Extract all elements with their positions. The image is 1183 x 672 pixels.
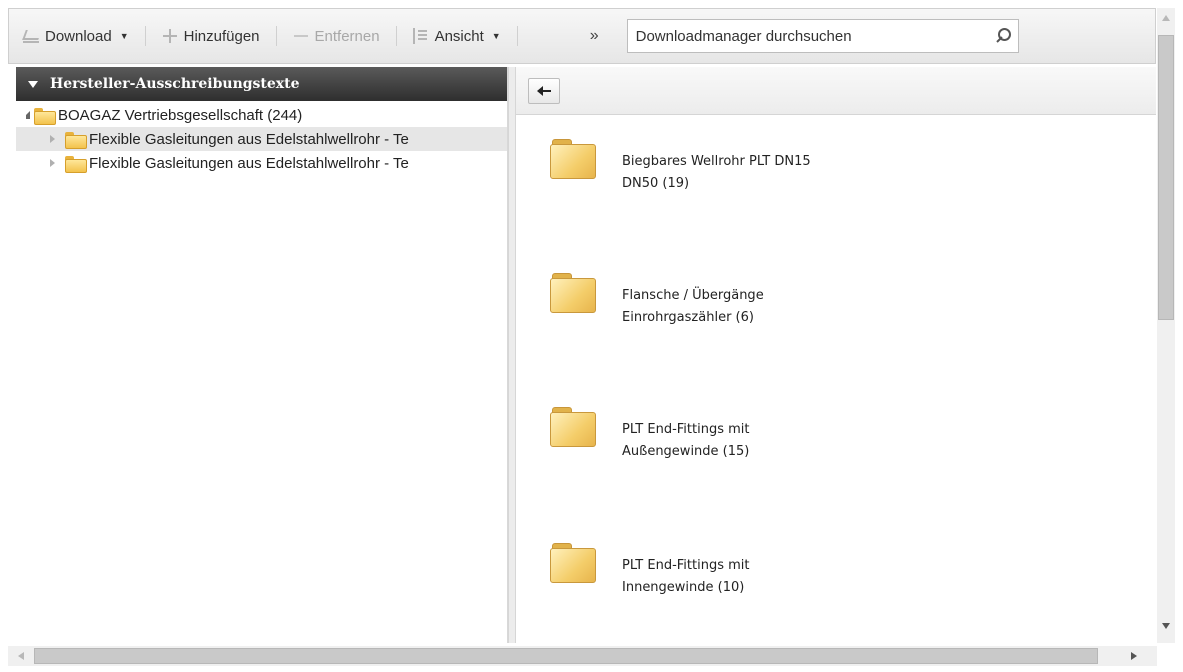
folder-label-line: Innengewinde (10): [622, 580, 745, 595]
folder-icon: [550, 407, 596, 447]
folder-item[interactable]: Biegbares Wellrohr PLT DN15 DN50 (19): [550, 139, 811, 195]
folder-label-line: PLT End-Fittings mit: [622, 422, 750, 437]
download-button[interactable]: Download ▼: [17, 20, 135, 52]
tree-panel-header[interactable]: Hersteller-Ausschreibungstexte: [16, 67, 507, 101]
search-icon[interactable]: [994, 27, 1012, 45]
toolbar-separator: [516, 26, 518, 46]
folder-label: Flansche / Übergänge Einrohrgaszähler (6…: [622, 273, 764, 329]
horizontal-scroll-thumb[interactable]: [34, 648, 1098, 664]
tree-node-child[interactable]: Flexible Gasleitungen aus Edelstahlwellr…: [16, 127, 507, 151]
tree-panel-title: Hersteller-Ausschreibungstexte: [50, 76, 300, 92]
download-label: Download: [45, 27, 112, 45]
tree-panel: Hersteller-Ausschreibungstexte BOAGAZ Ve…: [16, 67, 508, 643]
folder-icon: [550, 273, 596, 313]
folder-item[interactable]: PLT End-Fittings mit Innengewinde (10): [550, 543, 749, 599]
folder-icon: [65, 155, 87, 173]
caret-down-icon: ▼: [119, 31, 129, 41]
folder-icon: [550, 139, 596, 179]
list-view-icon: [412, 28, 429, 44]
folder-label: Biegbares Wellrohr PLT DN15 DN50 (19): [622, 139, 811, 195]
remove-button[interactable]: Entfernen: [287, 20, 386, 52]
back-button[interactable]: [528, 77, 560, 104]
collapse-arrow-icon[interactable]: [28, 80, 38, 88]
folder-label-line: DN50 (19): [622, 176, 690, 191]
caret-down-icon: ▼: [491, 31, 501, 41]
toolbar-separator: [395, 26, 397, 46]
content-nav-bar: [516, 67, 1156, 115]
scroll-left-icon[interactable]: [18, 652, 24, 660]
add-button[interactable]: Hinzufügen: [156, 20, 266, 52]
content-panel: Biegbares Wellrohr PLT DN15 DN50 (19) Fl…: [516, 67, 1156, 643]
folder-label-line: PLT End-Fittings mit: [622, 558, 750, 573]
folder-label: PLT End-Fittings mit Außengewinde (15): [622, 407, 749, 463]
folder-label: PLT End-Fittings mit Innengewinde (10): [622, 543, 749, 599]
expanded-triangle-icon[interactable]: [26, 111, 30, 119]
folder-label-line: Biegbares Wellrohr PLT DN15: [622, 154, 811, 169]
view-button[interactable]: Ansicht ▼: [407, 20, 507, 52]
toolbar: Download ▼ Hinzufügen Entfernen Ansicht …: [8, 8, 1156, 64]
search-box: [626, 19, 1019, 53]
panel-splitter[interactable]: [508, 67, 516, 643]
collapsed-triangle-icon[interactable]: [50, 159, 55, 167]
tree-node-label: BOAGAZ Vertriebsgesellschaft (244): [58, 106, 303, 124]
scroll-down-icon[interactable]: [1162, 623, 1170, 629]
collapsed-triangle-icon[interactable]: [50, 135, 55, 143]
left-arrow-icon: [537, 85, 551, 96]
download-icon: [23, 28, 39, 44]
folder-label-line: Einrohrgaszähler (6): [622, 310, 754, 325]
vertical-scrollbar[interactable]: [1157, 8, 1175, 643]
more-button[interactable]: »: [584, 20, 605, 52]
view-label: Ansicht: [434, 27, 484, 45]
tree-node-root[interactable]: BOAGAZ Vertriebsgesellschaft (244): [16, 103, 507, 127]
tree-node-label: Flexible Gasleitungen aus Edelstahlwellr…: [89, 130, 409, 148]
folder-icon: [550, 543, 596, 583]
folder-label-line: Flansche / Übergänge: [622, 288, 764, 303]
folder-item[interactable]: Flansche / Übergänge Einrohrgaszähler (6…: [550, 273, 764, 329]
tree-node-label: Flexible Gasleitungen aus Edelstahlwellr…: [89, 154, 409, 172]
scroll-right-icon[interactable]: [1131, 652, 1137, 660]
tree-node-child[interactable]: Flexible Gasleitungen aus Edelstahlwellr…: [16, 151, 507, 175]
folder-label-line: Außengewinde (15): [622, 444, 750, 459]
vertical-scroll-thumb[interactable]: [1158, 35, 1174, 320]
plus-icon: [162, 28, 178, 44]
add-label: Hinzufügen: [183, 27, 260, 45]
scroll-up-icon[interactable]: [1162, 15, 1170, 21]
folder-icon: [65, 131, 87, 149]
folder-item[interactable]: PLT End-Fittings mit Außengewinde (15): [550, 407, 749, 463]
remove-label: Entfernen: [314, 27, 380, 45]
search-input[interactable]: [635, 27, 976, 45]
horizontal-scrollbar[interactable]: [8, 646, 1157, 666]
folder-tree: BOAGAZ Vertriebsgesellschaft (244) Flexi…: [16, 101, 507, 175]
folder-icon: [34, 107, 56, 125]
toolbar-separator: [144, 26, 146, 46]
minus-icon: [293, 28, 309, 44]
toolbar-separator: [275, 26, 277, 46]
